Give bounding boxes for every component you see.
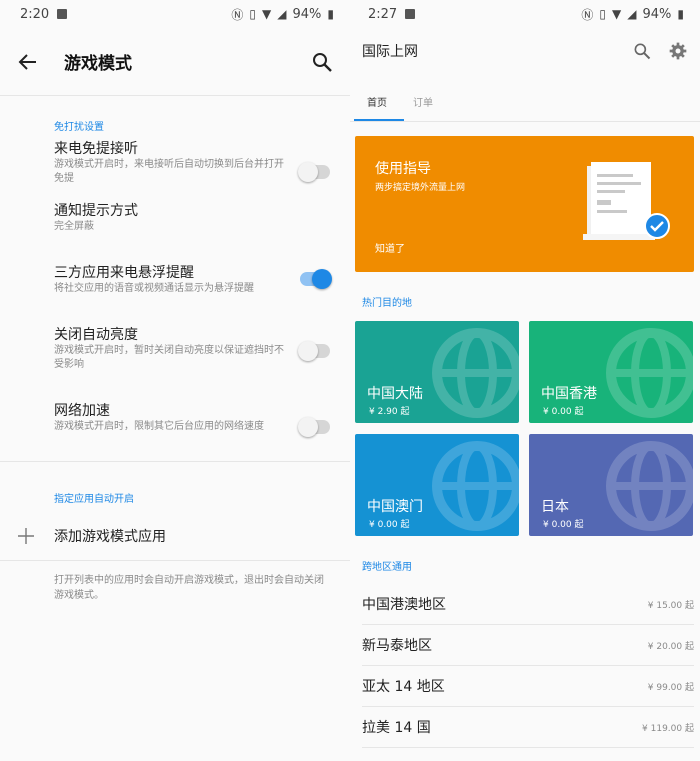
tile-name: 中国澳门 [367, 499, 423, 515]
status-bar: 2:27 Ⓝ ▯ ▼ ◢ 94% ▮ [350, 0, 700, 28]
battery-icon: ▮ [677, 7, 684, 21]
tile-japan[interactable]: 日本 ¥ 0.00 起 [529, 434, 693, 536]
region-price: ¥ 99.00 起 [647, 682, 694, 693]
section-header-hot: 热门目的地 [362, 298, 412, 309]
wifi-icon: ▼ [262, 7, 272, 21]
setting-subtitle: 游戏模式开启时，来电接听后自动切换到后台并打开免提 [54, 159, 284, 184]
tile-hong-kong[interactable]: 中国香港 ¥ 0.00 起 [529, 321, 693, 423]
gear-icon[interactable] [668, 41, 688, 61]
setting-disable-auto-brightness[interactable]: 关闭自动亮度 游戏模式开启时，暂时关闭自动亮度以保证遮挡时不受影响 [0, 326, 350, 402]
auto-speaker-toggle[interactable] [298, 162, 330, 182]
plus-icon [18, 528, 34, 544]
guide-subtitle: 两步搞定境外流量上网 [375, 183, 466, 193]
status-time: 2:27 [368, 6, 398, 22]
globe-icon [432, 328, 519, 418]
region-name: 新马泰地区 [362, 638, 432, 654]
image-notification-icon [57, 9, 68, 19]
nfc-icon: Ⓝ [231, 7, 244, 22]
globe-icon [606, 328, 693, 418]
region-price: ¥ 20.00 起 [647, 641, 694, 652]
vibrate-icon: ▯ [599, 7, 607, 21]
battery-percent: 94% [642, 6, 672, 22]
document-check-icon [583, 162, 670, 240]
setting-subtitle: 游戏模式开启时，限制其它后台应用的网络速度 [54, 421, 264, 432]
guide-title: 使用指导 [375, 161, 431, 177]
vibrate-icon: ▯ [249, 7, 257, 21]
status-bar: 2:20 Ⓝ ▯ ▼ ◢ 94% ▮ [0, 0, 350, 28]
app-bar: 国际上网 [350, 28, 700, 74]
tile-macau[interactable]: 中国澳门 ¥ 0.00 起 [355, 434, 519, 536]
tile-price: ¥ 0.00 起 [543, 407, 584, 417]
tab-home[interactable]: 首页 [354, 74, 404, 121]
nfc-icon: Ⓝ [581, 7, 594, 22]
setting-title: 来电免提接听 [54, 141, 138, 157]
signal-icon: ◢ [627, 7, 637, 21]
intl-data-screen: 2:27 Ⓝ ▯ ▼ ◢ 94% ▮ 国际上网 首页 订单 使用指导 两步搞定境… [350, 0, 700, 761]
setting-subtitle: 完全屏蔽 [54, 221, 94, 232]
back-arrow-icon[interactable] [16, 50, 40, 74]
setting-auto-speaker[interactable]: 来电免提接听 游戏模式开启时，来电接听后自动切换到后台并打开免提 [0, 140, 350, 202]
add-game-app-row[interactable]: 添加游戏模式应用 [0, 512, 350, 560]
battery-percent: 94% [292, 6, 322, 22]
setting-subtitle: 游戏模式开启时，暂时关闭自动亮度以保证遮挡时不受影响 [54, 345, 284, 370]
auto-enable-note: 打开列表中的应用时会自动开启游戏模式，退出时会自动关闭游戏模式。 [54, 575, 324, 601]
tile-price: ¥ 0.00 起 [543, 520, 584, 530]
floating-call-alert-toggle[interactable] [300, 269, 332, 289]
tile-name: 中国大陆 [367, 386, 423, 402]
region-row[interactable]: 拉美 14 国 ¥ 119.00 起 [362, 707, 694, 748]
app-bar: 游戏模式 [0, 28, 350, 96]
region-price: ¥ 119.00 起 [642, 723, 694, 734]
section-header-dnd: 免打扰设置 [54, 122, 104, 133]
globe-icon [432, 441, 519, 531]
game-mode-screen: 2:20 Ⓝ ▯ ▼ ◢ 94% ▮ 游戏模式 免打扰设置 来电免提接听 游戏模… [0, 0, 350, 761]
section-header-auto-enable: 指定应用自动开启 [54, 494, 134, 505]
usage-guide-card[interactable]: 使用指导 两步搞定境外流量上网 知道了 [355, 136, 694, 272]
setting-floating-call-alert[interactable]: 三方应用来电悬浮提醒 将社交应用的语音或视频通话显示为悬浮提醒 [0, 264, 350, 326]
region-name: 拉美 14 国 [362, 720, 431, 736]
tile-mainland-china[interactable]: 中国大陆 ¥ 2.90 起 [355, 321, 519, 423]
auto-brightness-toggle[interactable] [298, 341, 330, 361]
tab-orders[interactable]: 订单 [400, 74, 446, 121]
region-name: 中国港澳地区 [362, 597, 446, 613]
setting-subtitle: 将社交应用的语音或视频通话显示为悬浮提醒 [54, 283, 254, 294]
section-header-cross-region: 跨地区通用 [362, 562, 412, 573]
battery-icon: ▮ [327, 7, 334, 21]
region-row[interactable]: 新马泰地区 ¥ 20.00 起 [362, 625, 694, 666]
guide-ok-button[interactable]: 知道了 [375, 240, 405, 255]
tile-price: ¥ 2.90 起 [369, 407, 410, 417]
image-notification-icon [405, 9, 416, 19]
signal-icon: ◢ [277, 7, 287, 21]
page-title: 游戏模式 [64, 54, 132, 74]
globe-icon [606, 441, 693, 531]
region-price: ¥ 15.00 起 [647, 600, 694, 611]
setting-notification-mode[interactable]: 通知提示方式 完全屏蔽 [0, 202, 350, 264]
setting-title: 通知提示方式 [54, 203, 138, 219]
page-title: 国际上网 [362, 44, 418, 60]
add-game-app-label: 添加游戏模式应用 [54, 529, 166, 545]
screenshot-pair: 2:20 Ⓝ ▯ ▼ ◢ 94% ▮ 游戏模式 免打扰设置 来电免提接听 游戏模… [0, 0, 700, 761]
region-row[interactable]: 亚太 14 地区 ¥ 99.00 起 [362, 666, 694, 707]
network-boost-toggle[interactable] [298, 417, 330, 437]
tile-price: ¥ 0.00 起 [369, 520, 410, 530]
search-icon[interactable] [310, 50, 334, 74]
region-row[interactable]: 中国港澳地区 ¥ 15.00 起 [362, 584, 694, 625]
setting-network-boost[interactable]: 网络加速 游戏模式开启时，限制其它后台应用的网络速度 [0, 402, 350, 461]
search-icon[interactable] [632, 41, 652, 61]
tab-bar: 首页 订单 [350, 74, 700, 122]
tile-name: 中国香港 [541, 386, 597, 402]
wifi-icon: ▼ [612, 7, 622, 21]
status-time: 2:20 [20, 6, 50, 22]
region-name: 亚太 14 地区 [362, 679, 445, 695]
tile-name: 日本 [541, 499, 569, 515]
